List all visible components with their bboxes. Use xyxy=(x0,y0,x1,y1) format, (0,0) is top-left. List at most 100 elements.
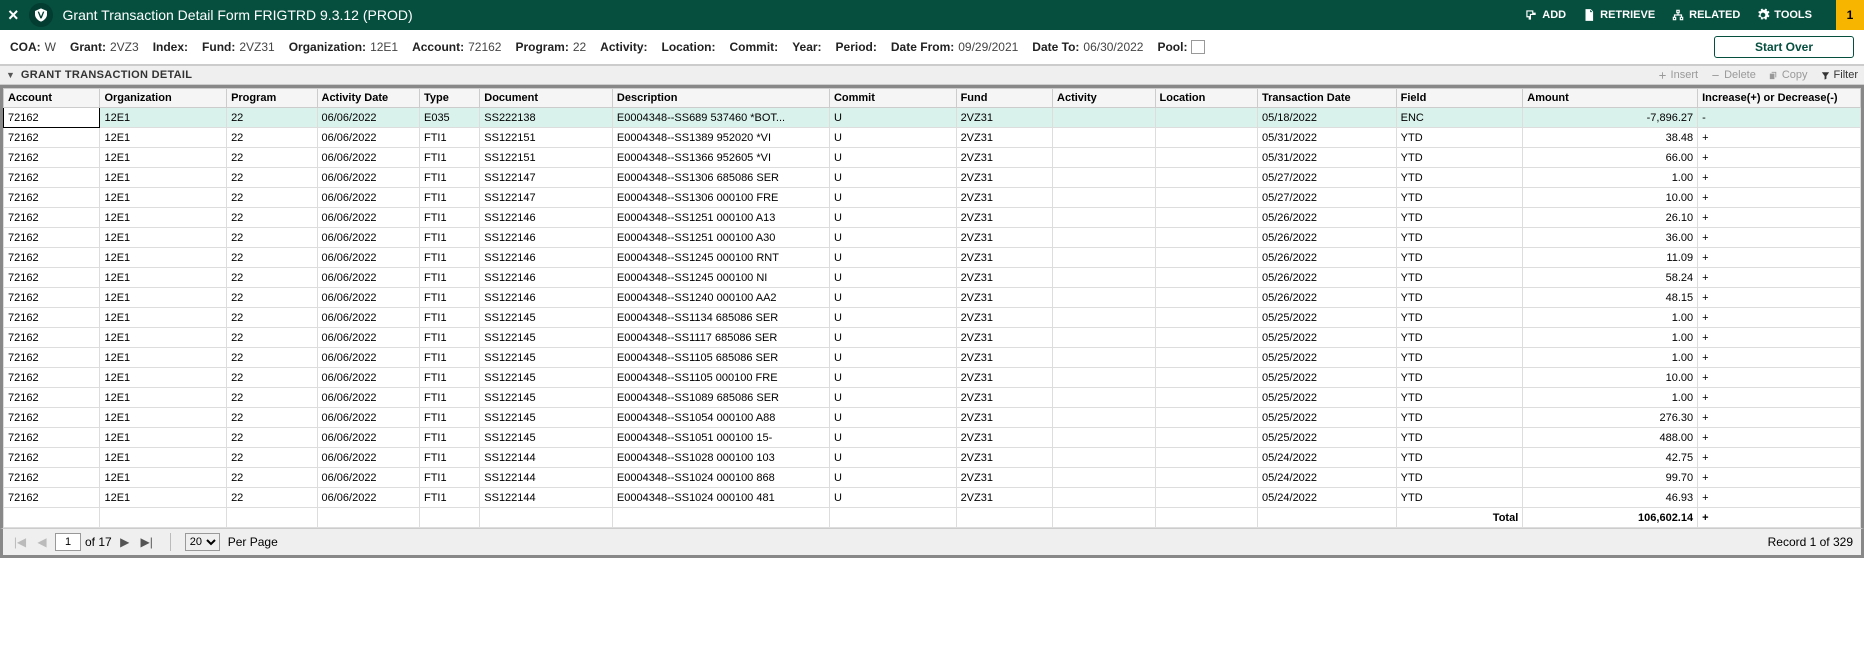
cell[interactable]: 05/25/2022 xyxy=(1257,428,1396,448)
col-header[interactable]: Commit xyxy=(829,89,956,108)
table-row[interactable]: 7216212E12206/06/2022FTI1SS122145E000434… xyxy=(4,388,1861,408)
cell[interactable]: - xyxy=(1698,108,1861,128)
cell[interactable]: + xyxy=(1698,448,1861,468)
cell[interactable] xyxy=(1053,248,1155,268)
cell[interactable]: 06/06/2022 xyxy=(317,448,419,468)
cell[interactable]: YTD xyxy=(1396,348,1523,368)
cell[interactable]: 05/25/2022 xyxy=(1257,308,1396,328)
table-row[interactable]: 7216212E12206/06/2022FTI1SS122145E000434… xyxy=(4,368,1861,388)
cell[interactable]: 06/06/2022 xyxy=(317,368,419,388)
close-icon[interactable]: × xyxy=(8,5,19,26)
cell[interactable]: U xyxy=(829,448,956,468)
cell[interactable]: 05/31/2022 xyxy=(1257,148,1396,168)
cell[interactable]: 12E1 xyxy=(100,388,227,408)
cell[interactable]: 12E1 xyxy=(100,328,227,348)
cell[interactable]: 2VZ31 xyxy=(956,408,1052,428)
cell[interactable] xyxy=(1053,488,1155,508)
table-row[interactable]: 7216212E12206/06/2022FTI1SS122145E000434… xyxy=(4,308,1861,328)
cell[interactable] xyxy=(1053,188,1155,208)
cell[interactable]: 2VZ31 xyxy=(956,448,1052,468)
col-header[interactable]: Increase(+) or Decrease(-) xyxy=(1698,89,1861,108)
cell[interactable]: 06/06/2022 xyxy=(317,388,419,408)
col-header[interactable]: Amount xyxy=(1523,89,1698,108)
cell[interactable]: E0004348--SS1134 685086 SER xyxy=(612,308,829,328)
cell[interactable]: 72162 xyxy=(4,368,100,388)
cell[interactable]: + xyxy=(1698,488,1861,508)
cell[interactable]: E0004348--SS1251 000100 A30 xyxy=(612,228,829,248)
cell[interactable]: 06/06/2022 xyxy=(317,248,419,268)
cell[interactable] xyxy=(1155,228,1257,248)
cell[interactable] xyxy=(1155,168,1257,188)
cell[interactable]: + xyxy=(1698,288,1861,308)
cell[interactable]: 1.00 xyxy=(1523,348,1698,368)
cell[interactable]: 12E1 xyxy=(100,188,227,208)
cell[interactable]: 06/06/2022 xyxy=(317,188,419,208)
cell[interactable]: + xyxy=(1698,248,1861,268)
cell[interactable]: SS122147 xyxy=(480,168,613,188)
cell[interactable] xyxy=(1155,328,1257,348)
cell[interactable]: 05/26/2022 xyxy=(1257,268,1396,288)
last-page-icon[interactable]: ▶| xyxy=(138,533,156,551)
cell[interactable]: E0004348--SS689 537460 *BOT... xyxy=(612,108,829,128)
cell[interactable] xyxy=(1053,148,1155,168)
cell[interactable] xyxy=(1155,468,1257,488)
col-header[interactable]: Field xyxy=(1396,89,1523,108)
cell[interactable] xyxy=(1155,128,1257,148)
cell[interactable]: 05/31/2022 xyxy=(1257,128,1396,148)
cell[interactable]: FTI1 xyxy=(419,428,479,448)
cell[interactable]: 22 xyxy=(227,368,317,388)
cell[interactable]: + xyxy=(1698,348,1861,368)
cell[interactable]: 06/06/2022 xyxy=(317,428,419,448)
cell[interactable]: 2VZ31 xyxy=(956,308,1052,328)
cell[interactable]: YTD xyxy=(1396,208,1523,228)
first-page-icon[interactable]: |◀ xyxy=(11,533,29,551)
cell[interactable]: 06/06/2022 xyxy=(317,288,419,308)
cell[interactable]: SS122147 xyxy=(480,188,613,208)
cell[interactable]: E0004348--SS1245 000100 RNT xyxy=(612,248,829,268)
cell[interactable]: FTI1 xyxy=(419,288,479,308)
cell[interactable] xyxy=(1053,328,1155,348)
cell[interactable]: + xyxy=(1698,268,1861,288)
cell[interactable]: 12E1 xyxy=(100,268,227,288)
cell[interactable]: 22 xyxy=(227,188,317,208)
cell[interactable]: YTD xyxy=(1396,408,1523,428)
cell[interactable]: 12E1 xyxy=(100,348,227,368)
table-row[interactable]: 7216212E12206/06/2022FTI1SS122147E000434… xyxy=(4,188,1861,208)
table-row[interactable]: 7216212E12206/06/2022FTI1SS122146E000434… xyxy=(4,228,1861,248)
col-header[interactable]: Activity Date xyxy=(317,89,419,108)
cell[interactable]: 12E1 xyxy=(100,488,227,508)
cell[interactable]: 72162 xyxy=(4,328,100,348)
cell[interactable]: 12E1 xyxy=(100,288,227,308)
delete-button[interactable]: Delete xyxy=(1710,69,1756,81)
start-over-button[interactable]: Start Over xyxy=(1714,36,1854,58)
cell[interactable]: 06/06/2022 xyxy=(317,128,419,148)
table-row[interactable]: 7216212E12206/06/2022E035SS222138E000434… xyxy=(4,108,1861,128)
cell[interactable]: YTD xyxy=(1396,148,1523,168)
cell[interactable]: 488.00 xyxy=(1523,428,1698,448)
cell[interactable]: 06/06/2022 xyxy=(317,488,419,508)
cell[interactable]: 05/25/2022 xyxy=(1257,348,1396,368)
cell[interactable]: 2VZ31 xyxy=(956,268,1052,288)
cell[interactable]: 12E1 xyxy=(100,148,227,168)
cell[interactable] xyxy=(1053,288,1155,308)
cell[interactable]: FTI1 xyxy=(419,228,479,248)
cell[interactable]: FTI1 xyxy=(419,268,479,288)
cell[interactable]: 22 xyxy=(227,168,317,188)
cell[interactable]: 12E1 xyxy=(100,248,227,268)
cell[interactable]: 12E1 xyxy=(100,368,227,388)
cell[interactable] xyxy=(1053,108,1155,128)
cell[interactable]: 2VZ31 xyxy=(956,368,1052,388)
cell[interactable]: FTI1 xyxy=(419,488,479,508)
col-header[interactable]: Fund xyxy=(956,89,1052,108)
cell[interactable]: 2VZ31 xyxy=(956,108,1052,128)
cell[interactable]: FTI1 xyxy=(419,348,479,368)
cell[interactable] xyxy=(1155,348,1257,368)
cell[interactable]: YTD xyxy=(1396,368,1523,388)
cell[interactable] xyxy=(1155,108,1257,128)
cell[interactable]: 38.48 xyxy=(1523,128,1698,148)
related-button[interactable]: RELATED xyxy=(1671,8,1740,22)
cell[interactable]: 48.15 xyxy=(1523,288,1698,308)
cell[interactable]: YTD xyxy=(1396,248,1523,268)
cell[interactable]: FTI1 xyxy=(419,188,479,208)
cell[interactable]: 72162 xyxy=(4,428,100,448)
